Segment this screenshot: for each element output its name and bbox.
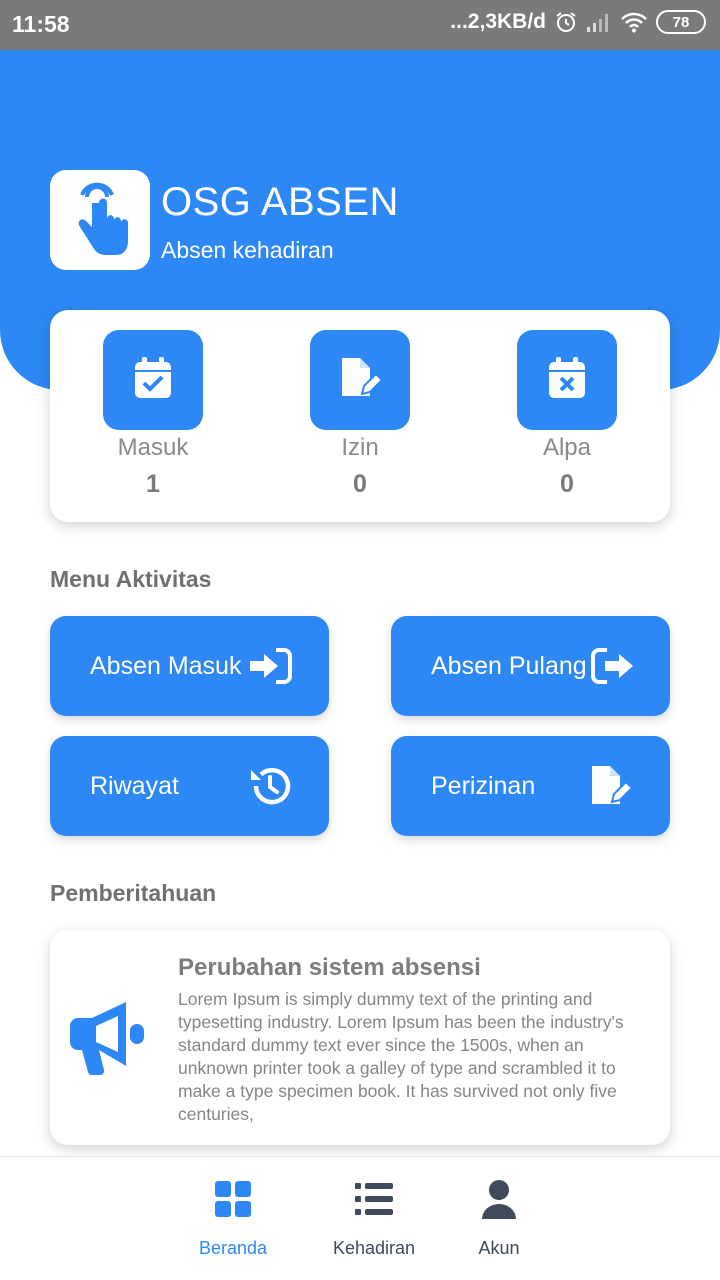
list-icon (354, 1179, 394, 1224)
button-label: Absen Pulang (431, 651, 587, 680)
notification-section-title: Pemberitahuan (50, 880, 217, 906)
attendance-summary-card: Masuk 1 Izin 0 Alpa 0 (50, 310, 670, 522)
riwayat-button[interactable]: Riwayat (50, 736, 329, 836)
status-bar: 11:58 ...2,3KB/d 78 (0, 0, 720, 50)
menu-section-title: Menu Aktivitas (50, 566, 212, 592)
alarm-icon (554, 10, 578, 34)
grid-icon (213, 1179, 253, 1224)
stat-icon-box (103, 330, 203, 430)
bottom-navigation: Beranda Kehadiran Akun (0, 1156, 720, 1280)
absen-masuk-button[interactable]: Absen Masuk (50, 616, 329, 716)
nav-akun[interactable]: Akun (429, 1179, 569, 1259)
button-label: Absen Masuk (90, 651, 242, 680)
button-label: Perizinan (431, 771, 536, 800)
status-time: 11:58 (12, 11, 70, 37)
network-speed: ...2,3KB/d (450, 10, 546, 33)
stat-value: 0 (353, 470, 367, 498)
nav-beranda[interactable]: Beranda (163, 1179, 303, 1259)
notification-body: Lorem Ipsum is simply dummy text of the … (178, 989, 624, 1124)
nav-label: Kehadiran (332, 1238, 416, 1258)
notification-title: Perubahan sistem absensi (178, 954, 481, 981)
absen-pulang-button[interactable]: Absen Pulang (391, 616, 670, 716)
file-edit-icon (338, 356, 384, 405)
sign-in-icon (248, 648, 292, 684)
calendar-x-icon (547, 356, 587, 405)
calendar-check-icon (133, 356, 173, 405)
megaphone-icon (68, 996, 152, 1085)
stat-value: 0 (560, 470, 574, 498)
perizinan-button[interactable]: Perizinan (391, 736, 670, 836)
button-label: Riwayat (90, 771, 179, 800)
nav-label: Akun (478, 1238, 520, 1258)
battery-level: 78 (672, 13, 690, 31)
nav-label: Beranda (198, 1238, 268, 1258)
nav-kehadiran[interactable]: Kehadiran (304, 1179, 444, 1259)
status-icons: ...2,3KB/d 78 (450, 10, 706, 34)
stat-label: Alpa (542, 434, 592, 461)
app-title: OSG ABSEN (161, 180, 399, 224)
battery-icon: 78 (656, 10, 706, 34)
stat-alpa: Alpa 0 (497, 330, 637, 499)
app-logo (50, 170, 150, 270)
file-edit-icon (588, 764, 632, 808)
user-icon (479, 1179, 519, 1224)
stat-label: Izin (341, 434, 379, 461)
sign-out-icon (591, 648, 635, 684)
signal-icon (586, 11, 612, 33)
stat-masuk: Masuk 1 (83, 330, 223, 499)
notification-card[interactable]: Perubahan sistem absensi Lorem Ipsum is … (50, 930, 670, 1145)
stat-value: 1 (146, 470, 160, 498)
stat-icon-box (310, 330, 410, 430)
stat-izin: Izin 0 (290, 330, 430, 499)
tap-hand-icon (68, 173, 132, 268)
stat-label: Masuk (117, 434, 189, 461)
history-icon (248, 764, 292, 808)
stat-icon-box (517, 330, 617, 430)
app-subtitle: Absen kehadiran (161, 237, 334, 263)
wifi-icon (620, 11, 648, 33)
